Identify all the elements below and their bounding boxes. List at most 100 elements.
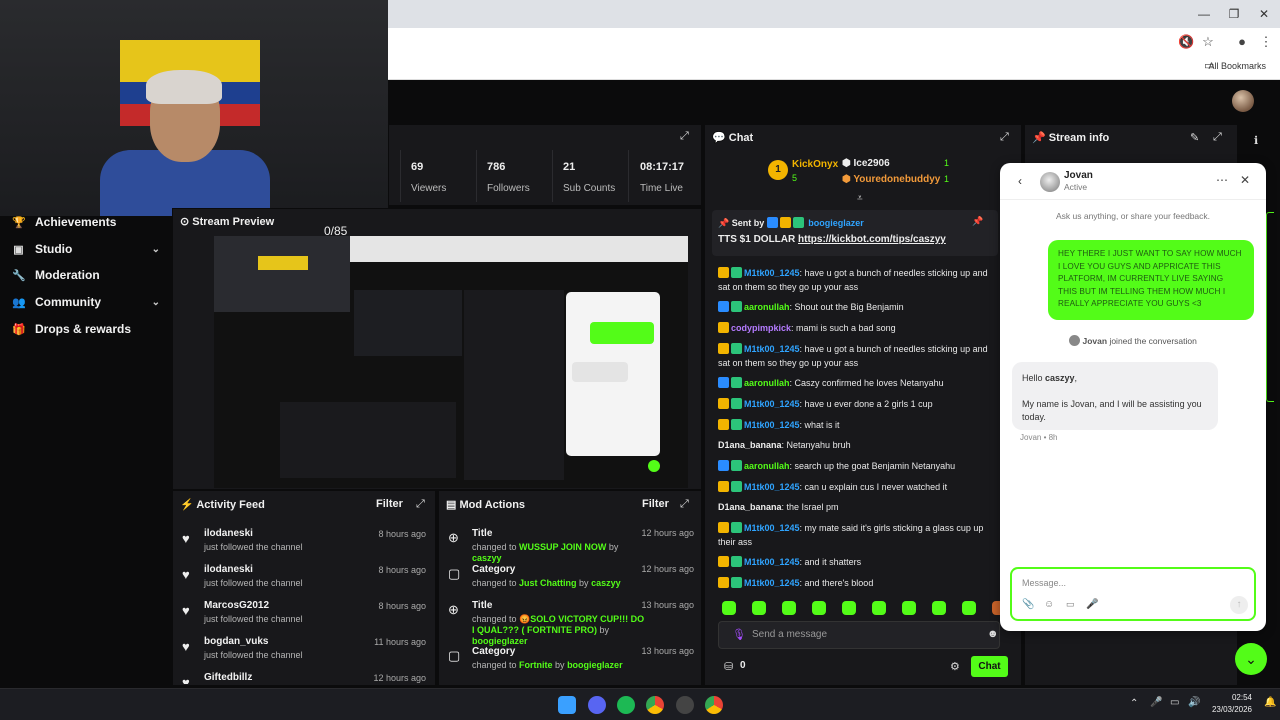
follower-name[interactable]: ilodaneski — [204, 528, 253, 539]
bookmark-star-icon[interactable]: ☆ — [1200, 34, 1216, 50]
info-icon[interactable]: ℹ — [1254, 134, 1258, 147]
list-item[interactable]: ♥ bogdan_vuks just followed the channel … — [182, 636, 428, 670]
volume-icon[interactable]: 🔊 — [1188, 697, 1200, 708]
chat-username[interactable]: M1tk00_1245 — [744, 578, 800, 588]
expand-icon[interactable]: ⤢ — [680, 498, 689, 511]
pinned-username[interactable]: boogieglazer — [808, 218, 864, 228]
chat-username[interactable]: codypimpkick — [731, 323, 791, 333]
list-item[interactable]: ♥ MarcosG2012 just followed the channel … — [182, 600, 428, 634]
chat-username[interactable]: M1tk00_1245 — [744, 557, 800, 567]
expand-icon[interactable]: ⤢ — [416, 498, 425, 511]
emote-icon[interactable] — [812, 601, 826, 615]
emote-icon[interactable] — [962, 601, 976, 615]
expand-icon[interactable]: ⤢ — [1000, 131, 1009, 144]
browser-menu-icon[interactable]: ⋮ — [1258, 34, 1274, 50]
microphone-icon[interactable]: 🎤 — [1150, 697, 1162, 708]
mute-tab-icon[interactable]: 🔇 — [1178, 34, 1194, 50]
notification-icon[interactable]: 🔔 — [1264, 697, 1276, 708]
emote-icon[interactable] — [872, 601, 886, 615]
mod-filter-button[interactable]: Filter — [642, 498, 669, 510]
expand-icon[interactable]: ⤢ — [680, 130, 689, 143]
leaderboard-top-name[interactable]: KickOnyx — [792, 159, 838, 170]
discord-icon[interactable] — [588, 696, 606, 714]
emote-icon[interactable] — [782, 601, 796, 615]
leaderboard-name[interactable]: Youredonebuddyy — [853, 174, 940, 185]
spotify-icon[interactable] — [617, 696, 635, 714]
back-icon[interactable]: ‹ — [1018, 174, 1022, 188]
streamer-hair — [146, 70, 222, 104]
subs-label: Sub Counts — [563, 183, 616, 194]
send-icon[interactable]: ↑ — [1230, 596, 1248, 614]
all-bookmarks-link[interactable]: All Bookmarks — [1208, 61, 1266, 71]
pin-icon[interactable]: 📌 — [972, 216, 983, 227]
network-icon[interactable]: ▭ — [1170, 697, 1179, 708]
chat-username[interactable]: M1tk00_1245 — [744, 420, 800, 430]
badge-icon — [718, 556, 729, 567]
chat-username[interactable]: M1tk00_1245 — [744, 482, 800, 492]
list-item[interactable]: ♥ ilodaneski just followed the channel 8… — [182, 564, 428, 598]
sidebar-item-community[interactable]: 👥 Community ⌄ — [12, 292, 160, 312]
attach-icon[interactable]: 📎 — [1022, 599, 1034, 610]
emote-icon[interactable] — [932, 601, 946, 615]
chat-username[interactable]: aaronullah — [744, 378, 790, 388]
avatar[interactable] — [1232, 90, 1254, 112]
emoji-icon[interactable]: ☺ — [1044, 599, 1054, 610]
chrome-icon[interactable] — [646, 696, 664, 714]
chrome-profile-icon[interactable] — [705, 696, 723, 714]
profile-icon[interactable]: ● — [1234, 34, 1250, 50]
gif-icon[interactable]: ▭ — [1066, 599, 1075, 610]
follower-name[interactable]: Giftedbillz — [204, 672, 252, 683]
close-icon[interactable]: ✕ — [1240, 173, 1250, 187]
chat-settings-icon[interactable]: ⚙ — [950, 660, 960, 673]
microphone-icon[interactable]: 🎤 — [1086, 599, 1098, 610]
chat-username[interactable]: aaronullah — [744, 461, 790, 471]
microphone-icon[interactable]: 🎙 — [732, 628, 746, 641]
chat-text: : and it shatters — [799, 557, 862, 567]
tray-chevron-icon[interactable]: ⌃ — [1130, 698, 1138, 709]
title-icon: ⊕ — [448, 602, 459, 617]
stream-preview-video[interactable] — [214, 236, 688, 488]
list-item[interactable]: ♥ Giftedbillz 12 hours ago — [182, 672, 428, 684]
badge-icon — [731, 419, 742, 430]
tip-link[interactable]: https://kickbot.com/tips/caszyy — [798, 234, 946, 245]
badge-icon — [718, 481, 729, 492]
start-icon[interactable] — [558, 696, 576, 714]
chat-username[interactable]: aaronullah — [744, 302, 790, 312]
emote-icon[interactable] — [902, 601, 916, 615]
activity-filter-button[interactable]: Filter — [376, 498, 403, 510]
collapse-leaderboard-icon[interactable]: ⩡ — [857, 193, 863, 204]
chat-username[interactable]: D1ana_banana — [718, 440, 782, 450]
leaderboard-name[interactable]: Ice2906 — [854, 158, 890, 169]
emote-icon[interactable] — [722, 601, 736, 615]
edit-icon[interactable]: ✎ — [1190, 131, 1199, 144]
chat-username[interactable]: M1tk00_1245 — [744, 344, 800, 354]
chat-username[interactable]: D1ana_banana — [718, 502, 782, 512]
clock-time[interactable]: 02:54 — [1216, 693, 1252, 702]
chat-username[interactable]: M1tk00_1245 — [744, 399, 800, 409]
chat-username[interactable]: M1tk00_1245 — [744, 523, 800, 533]
emote-icon[interactable] — [752, 601, 766, 615]
follower-name[interactable]: MarcosG2012 — [204, 600, 269, 611]
obs-icon[interactable] — [676, 696, 694, 714]
follower-name[interactable]: bogdan_vuks — [204, 636, 268, 647]
maximize-icon[interactable]: ❐ — [1226, 6, 1242, 22]
minimize-icon[interactable]: — — [1196, 6, 1212, 22]
chevron-down-icon[interactable]: ⌄ — [1235, 643, 1267, 675]
sidebar-item-drops-rewards[interactable]: 🎁 Drops & rewards — [12, 319, 131, 339]
support-message-input[interactable]: Message... 📎 ☺ ▭ 🎤 ↑ — [1010, 567, 1256, 621]
list-item[interactable]: ♥ ilodaneski just followed the channel 8… — [182, 528, 428, 562]
chat-send-button[interactable]: Chat — [971, 656, 1008, 677]
action-user[interactable]: caszyy — [591, 578, 621, 588]
sidebar-item-studio[interactable]: ▣ Studio ⌄ — [12, 239, 160, 259]
action-user[interactable]: boogieglazer — [567, 660, 623, 670]
emoji-icon[interactable]: ☻ — [987, 628, 999, 640]
sidebar-item-achievements[interactable]: 🏆 Achievements — [12, 212, 116, 232]
close-window-icon[interactable]: ✕ — [1256, 6, 1272, 22]
clock-date[interactable]: 23/03/2026 — [1208, 705, 1252, 714]
expand-icon[interactable]: ⤢ — [1213, 131, 1222, 144]
more-options-icon[interactable]: ⋯ — [1216, 173, 1228, 187]
emote-icon[interactable] — [842, 601, 856, 615]
sidebar-item-moderation[interactable]: 🔧 Moderation — [12, 265, 100, 285]
chat-username[interactable]: M1tk00_1245 — [744, 268, 800, 278]
follower-name[interactable]: ilodaneski — [204, 564, 253, 575]
